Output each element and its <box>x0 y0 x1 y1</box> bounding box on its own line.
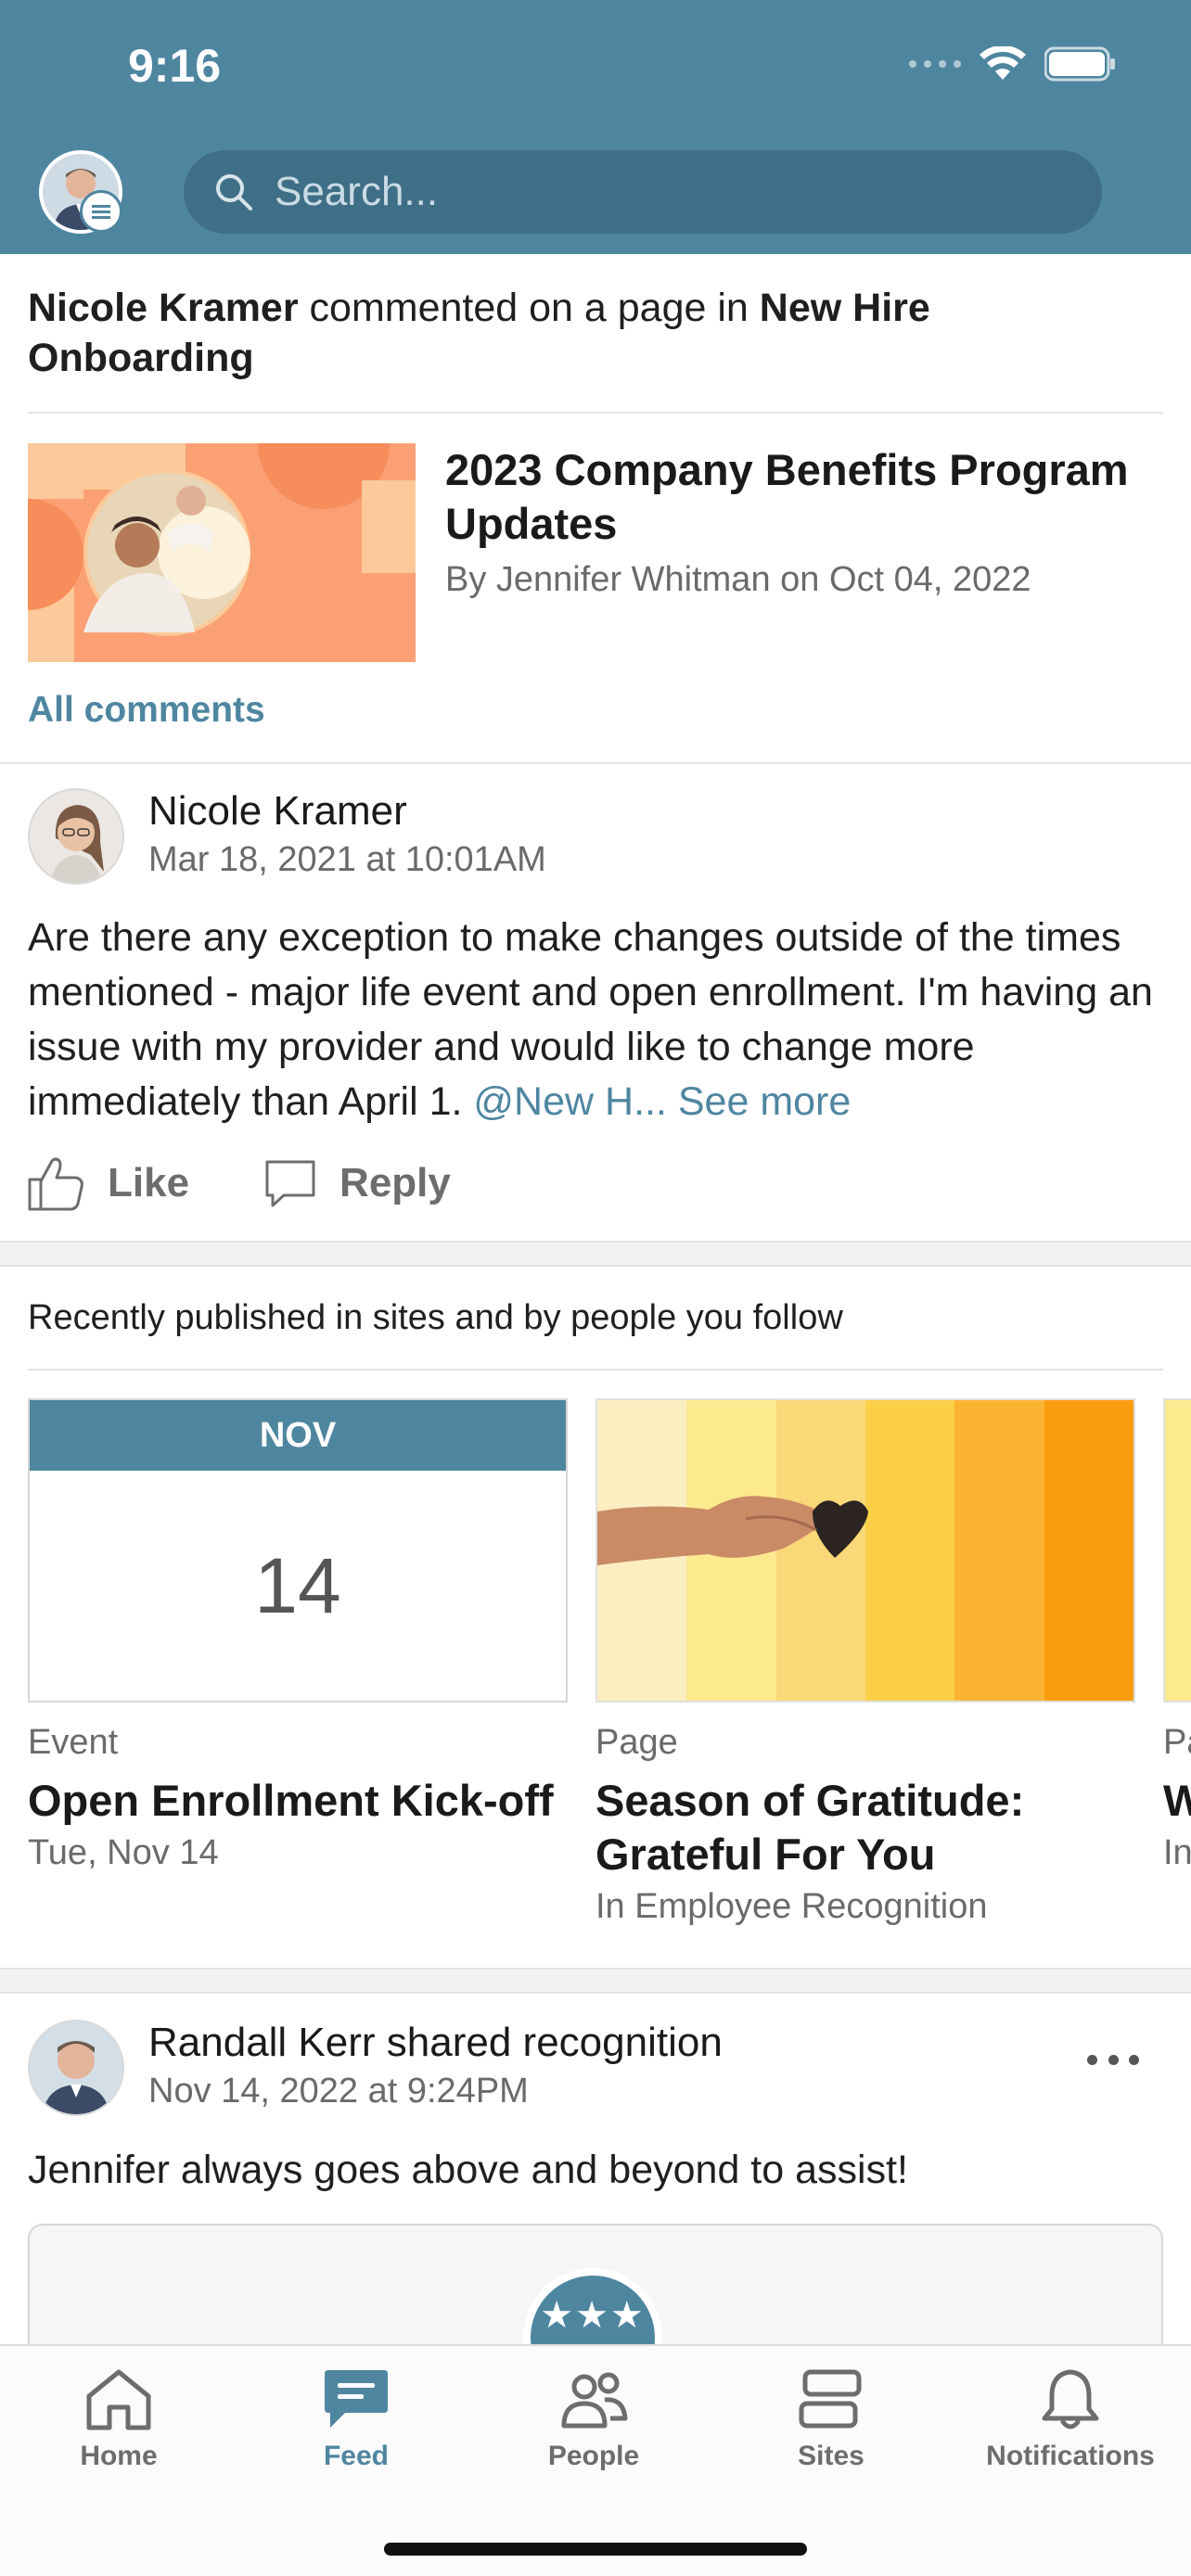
tab-label: Home <box>80 2441 158 2471</box>
article-title[interactable]: 2023 Company Benefits Program Updates <box>445 443 1178 551</box>
status-time: 9:16 <box>128 40 222 92</box>
activity-summary: Nicole Kramer commented on a page in New… <box>28 283 1141 383</box>
like-button[interactable]: Like <box>28 1155 189 1211</box>
recognition-body: Jennifer always goes above and beyond to… <box>28 2148 908 2192</box>
tile-subtitle: In Employee Recognition <box>596 1887 988 1926</box>
comment-body: Are there any exception to make changes … <box>28 911 1169 1129</box>
search-icon <box>216 174 252 210</box>
divider <box>28 1369 1163 1371</box>
tile-subtitle: In <box>1163 1833 1191 1872</box>
recent-heading: Recently published in sites and by peopl… <box>28 1298 843 1337</box>
tab-bar: Home Feed People Sites Notifications <box>0 2344 1191 2576</box>
all-comments-link[interactable]: All comments <box>28 690 265 731</box>
recognizer-avatar[interactable] <box>28 2020 124 2116</box>
tab-notifications[interactable]: Notifications <box>950 2366 1191 2472</box>
gratitude-image <box>596 1398 1135 1702</box>
like-label: Like <box>108 1160 190 1205</box>
search-bar[interactable] <box>184 150 1102 234</box>
calendar-month: NOV <box>30 1400 566 1471</box>
tab-sites[interactable]: Sites <box>712 2366 950 2472</box>
recognition-timestamp: Nov 14, 2022 at 9:24PM <box>148 2072 529 2111</box>
article-meta: By Jennifer Whitman on Oct 04, 2022 <box>445 560 1031 599</box>
calendar-date-icon: NOV 14 <box>28 1398 568 1702</box>
commenter-avatar[interactable] <box>28 788 124 885</box>
comment-actions: Like Reply <box>28 1155 525 1211</box>
tile-image <box>1163 1398 1191 1702</box>
recent-tile-partial[interactable]: Pa W In <box>1163 1398 1191 1873</box>
app-header: 9:16 <box>0 0 1191 254</box>
section-separator <box>0 1241 1191 1267</box>
tile-type: Event <box>28 1723 119 1762</box>
people-icon <box>561 2372 628 2429</box>
menu-icon[interactable] <box>80 190 122 233</box>
search-input[interactable] <box>275 169 1017 215</box>
tile-type: Page <box>596 1723 678 1762</box>
bell-icon <box>1042 2369 1099 2429</box>
activity-action: commented on a page in <box>298 286 760 330</box>
sites-icon <box>799 2369 862 2429</box>
calendar-day: 14 <box>254 1541 341 1629</box>
home-indicator <box>384 2543 807 2556</box>
comment-author[interactable]: Nicole Kramer <box>148 788 407 835</box>
comment-timestamp: Mar 18, 2021 at 10:01AM <box>148 840 546 879</box>
reply-label: Reply <box>339 1160 451 1205</box>
reply-bubble-icon <box>265 1160 315 1207</box>
tab-home[interactable]: Home <box>0 2366 237 2472</box>
tab-people[interactable]: People <box>475 2366 712 2472</box>
article-preview[interactable]: 2023 Company Benefits Program Updates By… <box>28 443 1163 662</box>
tile-title[interactable]: Open Enrollment Kick-off <box>28 1774 568 1828</box>
recent-tile-event[interactable]: NOV 14 Event Open Enrollment Kick-off Tu… <box>28 1398 568 1873</box>
reply-button[interactable]: Reply <box>263 1158 451 1208</box>
tab-label: Sites <box>798 2441 864 2471</box>
wifi-icon <box>980 46 1026 80</box>
tab-label: Notifications <box>986 2441 1155 2471</box>
divider <box>28 412 1163 414</box>
tile-title[interactable]: Season of Gratitude: Grateful For You <box>596 1774 1135 1881</box>
recognition-author[interactable]: Randall Kerr <box>148 2020 376 2065</box>
home-icon <box>86 2369 151 2430</box>
recent-carousel[interactable]: NOV 14 Event Open Enrollment Kick-off Tu… <box>28 1398 1191 1955</box>
recent-tile-page[interactable]: Page Season of Gratitude: Grateful For Y… <box>596 1398 1135 1927</box>
status-icons <box>909 46 1117 82</box>
signal-icon <box>909 60 961 68</box>
tab-label: Feed <box>323 2441 390 2471</box>
tile-type: Pa <box>1163 1723 1191 1762</box>
article-thumbnail <box>28 443 416 662</box>
activity-actor[interactable]: Nicole Kramer <box>28 286 299 330</box>
mention-link[interactable]: @New H... <box>473 1079 667 1124</box>
recognition-action: shared recognition <box>375 2020 723 2065</box>
feed-icon <box>325 2370 388 2428</box>
tile-title[interactable]: W <box>1163 1774 1191 1828</box>
thumbs-up-icon <box>28 1157 83 1211</box>
more-options-icon[interactable] <box>1076 2036 1150 2083</box>
tab-label: People <box>547 2441 640 2471</box>
section-separator <box>0 1968 1191 1994</box>
battery-icon <box>1044 46 1115 82</box>
see-more-link[interactable]: See more <box>678 1079 851 1124</box>
divider <box>0 762 1191 764</box>
tab-feed[interactable]: Feed <box>237 2366 475 2472</box>
tile-subtitle: Tue, Nov 14 <box>28 1833 219 1872</box>
recognition-header: Randall Kerr shared recognition <box>148 2020 723 2066</box>
